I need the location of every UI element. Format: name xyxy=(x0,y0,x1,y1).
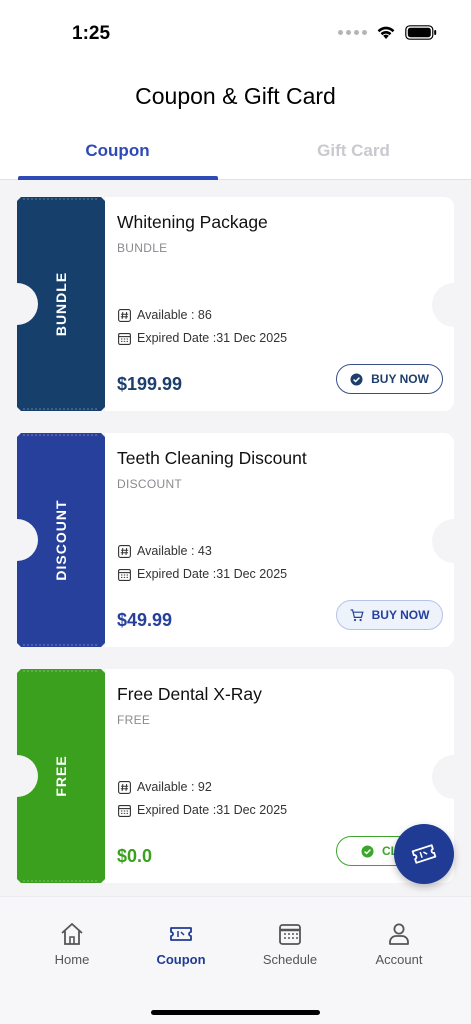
status-bar: 1:25 xyxy=(0,0,471,70)
page-title: Coupon & Gift Card xyxy=(135,83,336,109)
ticket-icon xyxy=(170,927,192,941)
coupon-name: Teeth Cleaning Discount xyxy=(117,448,307,468)
status-icons xyxy=(338,25,437,40)
check-circle-icon xyxy=(361,845,374,857)
person-icon xyxy=(389,923,409,945)
coupon-name: Free Dental X-Ray xyxy=(117,684,262,704)
calendar-icon xyxy=(118,332,131,345)
coupon-available: Available : 92 xyxy=(118,780,212,794)
coupon-available-text: Available : 43 xyxy=(137,544,212,558)
coupon-available-text: Available : 86 xyxy=(137,308,212,322)
calendar-icon xyxy=(279,924,301,945)
coupon-stub: DISCOUNT xyxy=(17,433,105,647)
coupon-price: $49.99 xyxy=(117,610,173,630)
home-indicator xyxy=(151,1010,320,1015)
tabbar-label-account: Account xyxy=(375,952,423,967)
cart-icon xyxy=(350,608,364,621)
buy-now-button[interactable]: BUY NOW xyxy=(336,600,443,630)
coupon-body: Whitening Package BUNDLE Available : 86 … xyxy=(105,197,471,411)
tabbar-label-coupon: Coupon xyxy=(156,952,206,967)
coupon-price: $0.0 xyxy=(117,846,153,866)
coupon-available-text: Available : 92 xyxy=(137,780,212,794)
coupon-tag: DISCOUNT xyxy=(117,477,183,491)
coupon-expiry-text: Expired Date :31 Dec 2025 xyxy=(137,803,288,817)
coupon-expiry: Expired Date :31 Dec 2025 xyxy=(118,331,287,345)
tab-gift-card[interactable]: Gift Card xyxy=(236,130,471,179)
wifi-icon xyxy=(377,26,395,39)
coupon-card[interactable]: DISCOUNT Teeth Cleaning Discount DISCOUN… xyxy=(17,433,471,647)
coupon-price: $199.99 xyxy=(117,374,183,394)
coupon-stub-label: BUNDLE xyxy=(53,271,69,337)
coupon-notch xyxy=(432,519,471,563)
tabbar-item-coupon[interactable]: Coupon xyxy=(126,921,236,967)
tab-coupon[interactable]: Coupon xyxy=(0,130,235,179)
coupon-tag: FREE xyxy=(117,713,151,727)
coupon-expiry-text: Expired Date :31 Dec 2025 xyxy=(137,331,288,345)
coupon-name: Whitening Package xyxy=(117,212,268,232)
hash-icon xyxy=(118,780,131,794)
tabbar-item-schedule[interactable]: Schedule xyxy=(235,921,345,967)
calendar-icon xyxy=(118,804,131,817)
signal-dots-icon xyxy=(338,30,367,35)
coupon-card[interactable]: BUNDLE Whitening Package BUNDLE Availabl… xyxy=(17,197,471,411)
coupon-available: Available : 86 xyxy=(118,308,212,322)
buy-now-button[interactable]: BUY NOW xyxy=(336,364,443,394)
coupon-stub-label: DISCOUNT xyxy=(53,499,69,581)
home-icon xyxy=(61,923,83,945)
bottom-tab-bar: Home Coupon Schedule Account xyxy=(0,896,471,1024)
status-time: 1:25 xyxy=(72,23,111,44)
coupon-notch xyxy=(432,283,471,327)
hash-icon xyxy=(118,544,131,558)
coupon-card[interactable]: FREE Free Dental X-Ray FREE Available : … xyxy=(17,669,471,883)
coupon-stub: BUNDLE xyxy=(17,197,105,411)
tab-active-indicator xyxy=(18,176,218,180)
coupon-stub-label: FREE xyxy=(53,755,69,797)
calendar-icon xyxy=(118,568,131,581)
coupon-fab-button[interactable] xyxy=(394,824,454,884)
tabbar-item-home[interactable]: Home xyxy=(17,921,127,967)
coupon-expiry: Expired Date :31 Dec 2025 xyxy=(118,567,287,581)
coupon-expiry-text: Expired Date :31 Dec 2025 xyxy=(137,567,288,581)
coupon-notch xyxy=(432,755,471,799)
ticket-icon xyxy=(411,844,437,864)
coupon-stub: FREE xyxy=(17,669,105,883)
coupon-body: Teeth Cleaning Discount DISCOUNT Availab… xyxy=(105,433,471,647)
hash-icon xyxy=(118,308,131,322)
tabbar-label-home: Home xyxy=(54,952,90,967)
coupon-tag: BUNDLE xyxy=(117,241,168,255)
tabbar-label-schedule: Schedule xyxy=(262,952,318,967)
check-circle-icon xyxy=(350,373,363,385)
page-header: Coupon & Gift Card Coupon Gift Card xyxy=(0,70,471,180)
tabbar-item-account[interactable]: Account xyxy=(344,921,454,967)
tab-bar-top: Coupon Gift Card xyxy=(0,130,471,180)
battery-icon xyxy=(405,25,437,40)
buy-now-label: BUY NOW xyxy=(371,608,430,622)
coupon-expiry: Expired Date :31 Dec 2025 xyxy=(118,803,287,817)
buy-now-label: BUY NOW xyxy=(371,372,429,386)
coupon-available: Available : 43 xyxy=(118,544,212,558)
